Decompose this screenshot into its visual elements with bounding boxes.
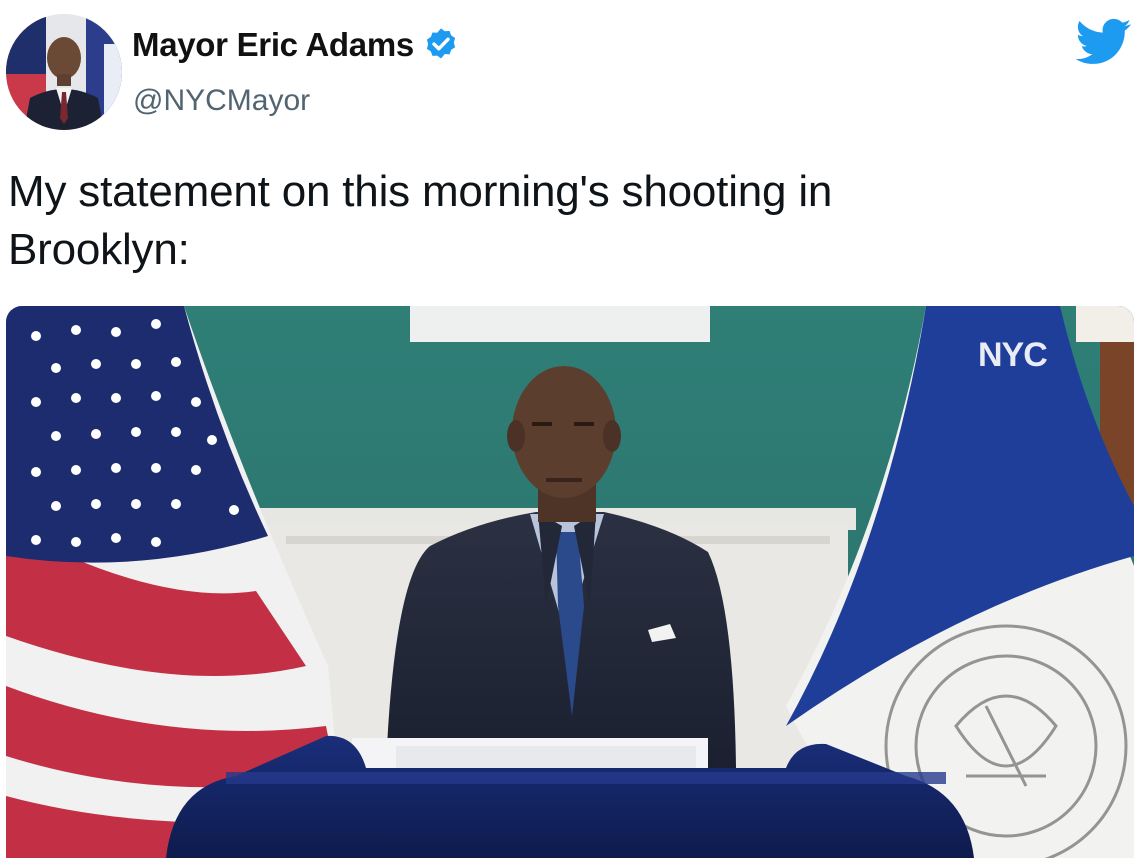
nyc-flag-label: NYC (978, 336, 1047, 374)
tweet-text-line-1: My statement on this morning's shooting … (8, 167, 833, 216)
author-name[interactable]: Mayor Eric Adams (132, 26, 414, 64)
tweet-text: My statement on this morning's shooting … (8, 163, 1108, 279)
author-handle[interactable]: @NYCMayor (133, 84, 310, 118)
tweet-media-video[interactable]: NYC (6, 306, 1134, 858)
avatar[interactable] (6, 14, 122, 130)
twitter-bird-icon[interactable] (1075, 18, 1132, 66)
tweet-text-line-2: Brooklyn: (8, 225, 190, 274)
verified-badge-icon (422, 26, 460, 64)
tweet-card: Mayor Eric Adams @NYCMayor My statement … (0, 0, 1140, 858)
author-name-row[interactable]: Mayor Eric Adams (132, 26, 460, 64)
